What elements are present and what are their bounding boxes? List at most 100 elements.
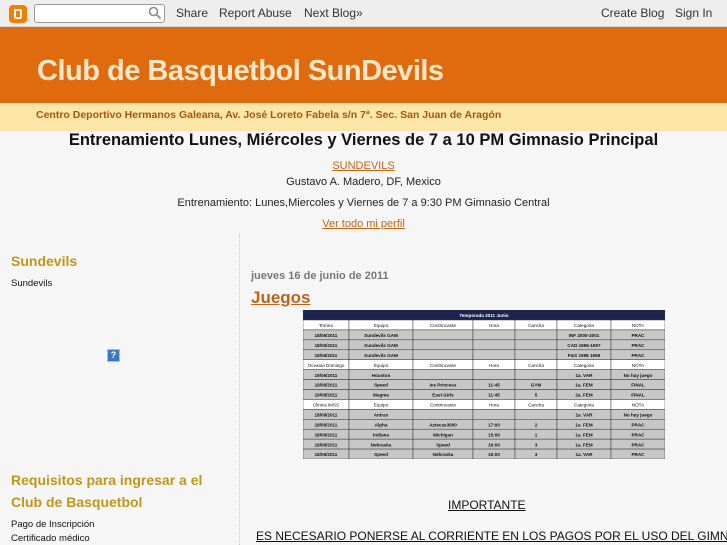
schedule-cell-text: 18/06/2011 bbox=[315, 413, 338, 418]
blog-description: Centro Deportivo Hermanos Galeana, Av. J… bbox=[36, 109, 502, 121]
schedule-title: Temporada 2011 Junio bbox=[459, 313, 508, 318]
schedule-cell-text: 18/06/2011 bbox=[315, 432, 338, 437]
schedule-cell-text: 18/06/2011 bbox=[315, 353, 338, 358]
schedule-cell-text: PRAC bbox=[631, 432, 645, 437]
schedule-cell bbox=[514, 349, 558, 360]
schedule-cell-text: Aztecas3000 bbox=[429, 422, 457, 427]
schedule-header-label: Equipo bbox=[374, 363, 389, 368]
schedule-cell-text: 1 bbox=[535, 432, 538, 437]
schedule-cell-text: 18/06/2011 bbox=[315, 442, 338, 447]
schedule-cell-text: 18/06/2011 bbox=[315, 333, 338, 338]
schedule-cell-text: PRAC bbox=[631, 353, 645, 358]
schedule-header-label: Equipo bbox=[374, 403, 389, 408]
view-profile-link[interactable]: Ver todo mi perfil bbox=[322, 218, 405, 230]
schedule-cell-text: 16:00 bbox=[488, 452, 500, 457]
schedule-cell-text: 19/06/2011 bbox=[315, 393, 338, 398]
schedule-header-label: Clinica IMSS bbox=[313, 403, 339, 408]
schedule-cell-text: Magma bbox=[373, 393, 389, 398]
schedule-header-label: Hora bbox=[489, 403, 499, 408]
schedule-cell-text: 2a. FEM bbox=[575, 393, 593, 398]
schedule-cell-text: Sundevils GAM bbox=[364, 353, 398, 358]
schedule-header-label: NOTA bbox=[632, 363, 645, 368]
schedule-header-label: NOTA bbox=[632, 403, 645, 408]
schedule-header-label: NOTA bbox=[632, 323, 645, 328]
schedule-cell-text: GYM bbox=[531, 383, 542, 388]
schedule-cell-text: Sundevils GAM bbox=[364, 343, 398, 348]
schedule-cell-text: 18/06/2011 bbox=[315, 452, 338, 457]
blog-title[interactable]: Club de Basquetbol SunDevils bbox=[37, 55, 444, 88]
search-input[interactable] bbox=[34, 4, 165, 23]
schedule-header-label: Contrincante bbox=[430, 403, 456, 408]
post-date: jueves 16 de junio de 2011 bbox=[251, 270, 389, 282]
schedule-header-label: Hora bbox=[489, 323, 499, 328]
search-icon[interactable] bbox=[148, 6, 162, 20]
payment-notice-link[interactable]: ES NECESARIO PONERSE AL CORRIENTE EN LOS… bbox=[256, 529, 727, 543]
schedule-cell-text: Indiana bbox=[373, 432, 390, 437]
schedule-header-label: Cancha bbox=[528, 323, 544, 328]
sidebar-list-item: Certificado médico bbox=[11, 533, 90, 544]
profile-name-link[interactable]: SUNDEVILS bbox=[332, 160, 394, 172]
schedule-cell-text: Antrax bbox=[374, 413, 389, 418]
training-banner: Entrenamiento Lunes, Miércoles y Viernes… bbox=[68, 131, 659, 149]
next-blog-link[interactable]: Next Blog» bbox=[304, 6, 363, 20]
schedule-cell-text: Sundevils GAM bbox=[364, 333, 398, 338]
schedule-cell-text: Ice Princess bbox=[430, 383, 457, 388]
schedule-cell-text: 11:45 bbox=[488, 383, 500, 388]
schedule-cell-text: Houston bbox=[372, 373, 391, 378]
schedule-cell-text: PRAC bbox=[631, 422, 645, 427]
schedule-cell-text: PRAC bbox=[631, 452, 645, 457]
schedule-image[interactable]: Temporada 2011 Junio Torneo Equipo Contrinc… bbox=[303, 310, 665, 459]
schedule-cell-text: Nebraska bbox=[371, 442, 392, 447]
schedule-header-label: Cancha bbox=[528, 403, 544, 408]
schedule-cell-text: CAD 1996-1997 bbox=[567, 343, 601, 348]
schedule-header-label: Contrincante bbox=[430, 363, 456, 368]
schedule-header-label: Contrincante bbox=[430, 323, 456, 328]
schedule-header-label: Oceania Domingo bbox=[308, 363, 345, 368]
schedule-cell bbox=[514, 339, 558, 351]
schedule-cell bbox=[412, 349, 474, 360]
profile-location: Gustavo A. Madero, DF, Mexico bbox=[286, 176, 441, 188]
blogger-logo-icon[interactable] bbox=[9, 5, 27, 23]
schedule-cell-text: P&S 1998 1999 bbox=[568, 353, 601, 358]
schedule-header-label: Torneo bbox=[319, 323, 333, 328]
schedule-cell-text: 15:00 bbox=[488, 432, 500, 437]
schedule-cell-text: 1a. FEM bbox=[575, 383, 593, 388]
post-title-link[interactable]: Juegos bbox=[251, 288, 311, 308]
sign-in-link[interactable]: Sign In bbox=[675, 6, 712, 20]
schedule-cell-text: 5 bbox=[535, 393, 538, 398]
schedule-cell bbox=[514, 369, 558, 380]
schedule-cell-text: 11:45 bbox=[488, 393, 500, 398]
schedule-cell bbox=[472, 329, 516, 341]
schedule-cell-text: 1a. FEM bbox=[575, 432, 593, 437]
schedule-cell-text: 1a. VAR bbox=[575, 413, 593, 418]
schedule-header-label: Categoria bbox=[574, 323, 594, 328]
schedule-cell-text: FINAL bbox=[631, 393, 645, 398]
schedule-cell bbox=[472, 339, 516, 351]
schedule-header-label: Categoria bbox=[574, 403, 594, 408]
importante-link[interactable]: IMPORTANTE bbox=[448, 498, 526, 512]
schedule-cell-text: 17:00 bbox=[488, 422, 500, 427]
schedule-cell-text: Speed bbox=[374, 452, 388, 457]
profile-about: Entrenamiento: Lunes,Miercoles y Viernes… bbox=[177, 197, 550, 209]
schedule-header-label: Hora bbox=[489, 363, 499, 368]
schedule-cell-text: 19/06/2011 bbox=[315, 373, 338, 378]
schedule-cell-text: 1a. VAR bbox=[575, 452, 593, 457]
profile-link-row: Ver todo mi perfil bbox=[0, 218, 727, 230]
blogger-navbar: Share Report Abuse Next Blog» Create Blo… bbox=[0, 0, 727, 27]
schedule-cell-text: FINAL bbox=[631, 383, 645, 388]
schedule-cell-text: 18/06/2011 bbox=[315, 343, 338, 348]
create-blog-link[interactable]: Create Blog bbox=[601, 6, 664, 20]
schedule-cell bbox=[412, 329, 474, 341]
schedule-cell-text: 18/06/2011 bbox=[315, 422, 338, 427]
sidebar-heading-requisitos-1: Requisitos para ingresar a el bbox=[11, 472, 203, 488]
share-link[interactable]: Share bbox=[176, 6, 208, 20]
schedule-cell-text: Michigan bbox=[433, 432, 453, 437]
schedule-cell-text: PRAC bbox=[631, 343, 645, 348]
report-abuse-link[interactable]: Report Abuse bbox=[219, 6, 292, 20]
schedule-cell-text: Nebraska bbox=[433, 452, 454, 457]
schedule-cell-text: East Girls bbox=[432, 393, 454, 398]
sidebar-text-sundevils: Sundevils bbox=[11, 278, 53, 289]
schedule-cell bbox=[412, 409, 474, 420]
schedule-header-label: Cancha bbox=[528, 363, 544, 368]
sidebar-divider bbox=[239, 234, 240, 545]
